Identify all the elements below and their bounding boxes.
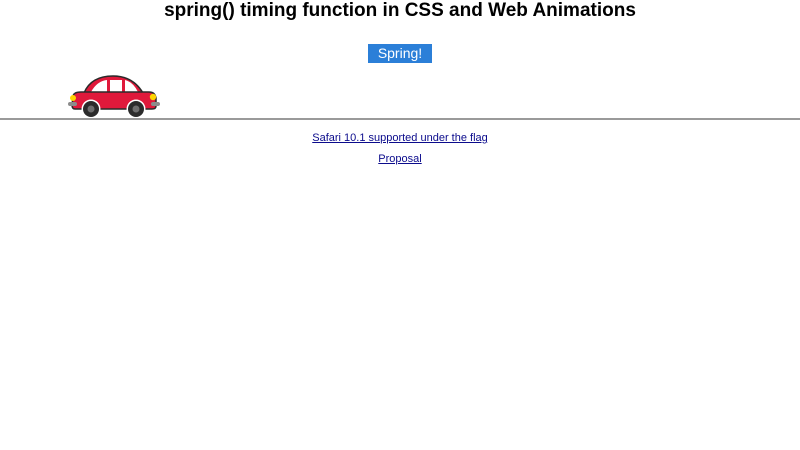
car-icon: [67, 73, 161, 119]
page: spring() timing function in CSS and Web …: [0, 0, 800, 450]
proposal-link[interactable]: Proposal: [378, 153, 421, 165]
safari-link-row: Safari 10.1 supported under the flag: [0, 131, 800, 145]
safari-support-link[interactable]: Safari 10.1 supported under the flag: [312, 132, 488, 144]
page-title: spring() timing function in CSS and Web …: [164, 0, 636, 21]
ground-line: [0, 118, 800, 120]
spring-button[interactable]: Spring!: [368, 44, 432, 63]
proposal-link-row: Proposal: [0, 152, 800, 166]
